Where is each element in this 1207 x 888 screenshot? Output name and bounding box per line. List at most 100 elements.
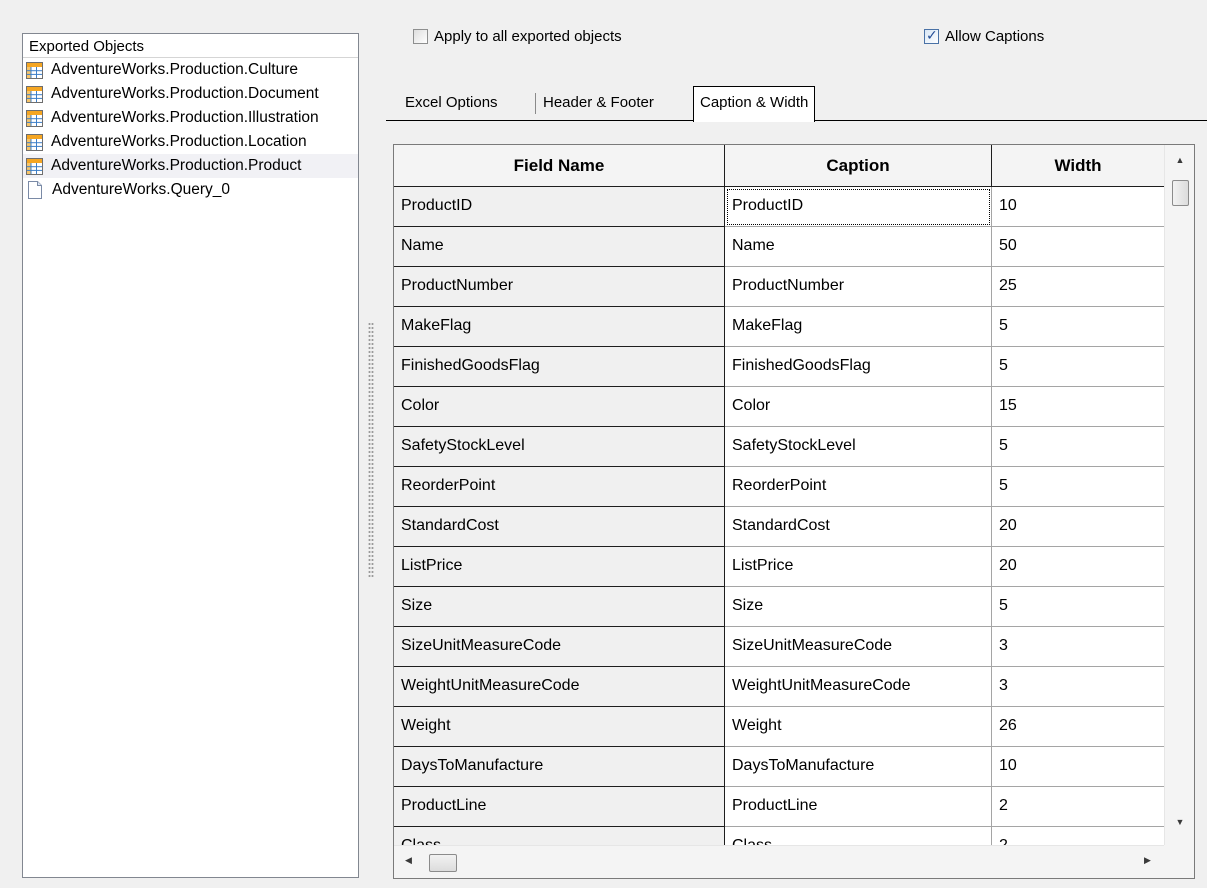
field-name-cell: Name (394, 227, 725, 267)
field-name-cell: SafetyStockLevel (394, 427, 725, 467)
column-header-field-name[interactable]: Field Name (394, 145, 725, 187)
splitter-grip[interactable] (368, 322, 374, 578)
grid-header: Field Name Caption Width (394, 145, 1194, 187)
exported-object-item[interactable]: AdventureWorks.Production.Location (23, 130, 358, 154)
field-name-cell: ListPrice (394, 547, 725, 587)
caption-cell[interactable]: Name (725, 227, 992, 267)
vertical-scroll-thumb[interactable] (1172, 180, 1189, 206)
table-row[interactable]: WeightUnitMeasureCode WeightUnitMeasureCo… (394, 667, 1164, 707)
caption-cell[interactable]: WeightUnitMeasureCode (725, 667, 992, 707)
width-cell[interactable]: 10 (992, 187, 1164, 227)
table-row[interactable]: SizeUnitMeasureCode SizeUnitMeasureCode 3 (394, 627, 1164, 667)
column-header-caption[interactable]: Caption (725, 145, 992, 187)
exported-object-item[interactable]: AdventureWorks.Production.Product (23, 154, 358, 178)
width-cell[interactable]: 20 (992, 547, 1164, 587)
caption-cell[interactable]: SizeUnitMeasureCode (725, 627, 992, 667)
width-cell[interactable]: 50 (992, 227, 1164, 267)
width-cell[interactable]: 10 (992, 747, 1164, 787)
table-icon (26, 133, 43, 151)
table-row[interactable]: ProductLine ProductLine 2 (394, 787, 1164, 827)
caption-cell[interactable]: ProductLine (725, 787, 992, 827)
field-name-cell: ReorderPoint (394, 467, 725, 507)
table-icon (26, 85, 43, 103)
scroll-down-icon[interactable]: ▼ (1165, 817, 1194, 827)
table-row[interactable]: ReorderPoint ReorderPoint 5 (394, 467, 1164, 507)
width-cell[interactable]: 3 (992, 667, 1164, 707)
exported-object-label: AdventureWorks.Production.Culture (51, 61, 298, 78)
table-row[interactable]: Size Size 5 (394, 587, 1164, 627)
width-cell[interactable]: 5 (992, 347, 1164, 387)
caption-width-grid[interactable]: Field Name Caption Width ProductID Produc… (393, 144, 1195, 879)
tab-caption-width[interactable]: Caption & Width (693, 86, 816, 122)
exported-object-item[interactable]: AdventureWorks.Production.Culture (23, 58, 358, 82)
field-name-cell: Size (394, 587, 725, 627)
scroll-up-icon[interactable]: ▲ (1165, 155, 1194, 165)
checkmark-icon: ✓ (926, 27, 938, 43)
table-row[interactable]: Color Color 15 (394, 387, 1164, 427)
vertical-scrollbar[interactable]: ▲ ▼ (1164, 145, 1194, 845)
table-row[interactable]: ListPrice ListPrice 20 (394, 547, 1164, 587)
tab-header-footer[interactable]: Header & Footer (543, 88, 654, 120)
exported-objects-list[interactable]: Exported Objects AdventureWorks.Producti… (22, 33, 359, 878)
table-row[interactable]: Name Name 50 (394, 227, 1164, 267)
scrollbar-corner (1164, 845, 1194, 878)
field-name-cell: FinishedGoodsFlag (394, 347, 725, 387)
allow-captions-checkbox[interactable]: ✓ (924, 27, 939, 44)
caption-cell[interactable]: ReorderPoint (725, 467, 992, 507)
table-row[interactable]: StandardCost StandardCost 20 (394, 507, 1164, 547)
width-cell[interactable]: 26 (992, 707, 1164, 747)
width-cell[interactable]: 5 (992, 467, 1164, 507)
caption-cell[interactable]: Color (725, 387, 992, 427)
field-name-cell: StandardCost (394, 507, 725, 547)
caption-cell[interactable]: StandardCost (725, 507, 992, 547)
scroll-left-icon[interactable]: ◀ (405, 855, 412, 866)
caption-cell[interactable]: ListPrice (725, 547, 992, 587)
width-cell[interactable]: 25 (992, 267, 1164, 307)
exported-object-item[interactable]: AdventureWorks.Query_0 (23, 178, 358, 202)
caption-cell[interactable]: SafetyStockLevel (725, 427, 992, 467)
exported-object-item[interactable]: AdventureWorks.Production.Document (23, 82, 358, 106)
exported-object-item[interactable]: AdventureWorks.Production.Illustration (23, 106, 358, 130)
tab-excel-options[interactable]: Excel Options (405, 88, 498, 120)
table-row[interactable]: Weight Weight 26 (394, 707, 1164, 747)
width-cell[interactable]: 5 (992, 427, 1164, 467)
width-cell[interactable]: 3 (992, 627, 1164, 667)
table-icon (26, 157, 43, 175)
width-cell[interactable]: 15 (992, 387, 1164, 427)
table-row[interactable]: MakeFlag MakeFlag 5 (394, 307, 1164, 347)
horizontal-scroll-thumb[interactable] (429, 854, 457, 872)
grid-body: ProductID ProductID 10 Name Name 50 ProductNum… (394, 187, 1164, 867)
table-row[interactable]: ProductID ProductID 10 (394, 187, 1164, 227)
caption-cell[interactable]: MakeFlag (725, 307, 992, 347)
field-name-cell: Color (394, 387, 725, 427)
allow-captions-option[interactable]: ✓ Allow Captions (924, 27, 1044, 45)
caption-cell[interactable]: Weight (725, 707, 992, 747)
apply-all-option[interactable]: Apply to all exported objects (413, 28, 622, 45)
table-row[interactable]: ProductNumber ProductNumber 25 (394, 267, 1164, 307)
exported-objects-header: Exported Objects (23, 34, 358, 58)
width-cell[interactable]: 5 (992, 587, 1164, 627)
caption-cell[interactable]: FinishedGoodsFlag (725, 347, 992, 387)
width-cell[interactable]: 5 (992, 307, 1164, 347)
horizontal-scrollbar[interactable]: ◀ ▶ (394, 845, 1164, 878)
table-row[interactable]: SafetyStockLevel SafetyStockLevel 5 (394, 427, 1164, 467)
tab-separator (535, 93, 536, 114)
field-name-cell: ProductID (394, 187, 725, 227)
caption-cell[interactable]: Size (725, 587, 992, 627)
field-name-cell: WeightUnitMeasureCode (394, 667, 725, 707)
apply-all-checkbox[interactable] (413, 29, 428, 44)
exported-object-label: AdventureWorks.Production.Illustration (51, 109, 319, 126)
table-row[interactable]: FinishedGoodsFlag FinishedGoodsFlag 5 (394, 347, 1164, 387)
field-name-cell: ProductLine (394, 787, 725, 827)
column-header-width[interactable]: Width (992, 145, 1164, 187)
caption-cell[interactable]: ProductID (725, 187, 992, 227)
options-tab-strip: Excel Options Header & Footer Caption & … (386, 86, 1207, 122)
table-row[interactable]: DaysToManufacture DaysToManufacture 10 (394, 747, 1164, 787)
exported-object-label: AdventureWorks.Production.Product (51, 157, 302, 174)
caption-cell[interactable]: ProductNumber (725, 267, 992, 307)
field-name-cell: SizeUnitMeasureCode (394, 627, 725, 667)
scroll-right-icon[interactable]: ▶ (1144, 855, 1151, 866)
caption-cell[interactable]: DaysToManufacture (725, 747, 992, 787)
width-cell[interactable]: 20 (992, 507, 1164, 547)
width-cell[interactable]: 2 (992, 787, 1164, 827)
